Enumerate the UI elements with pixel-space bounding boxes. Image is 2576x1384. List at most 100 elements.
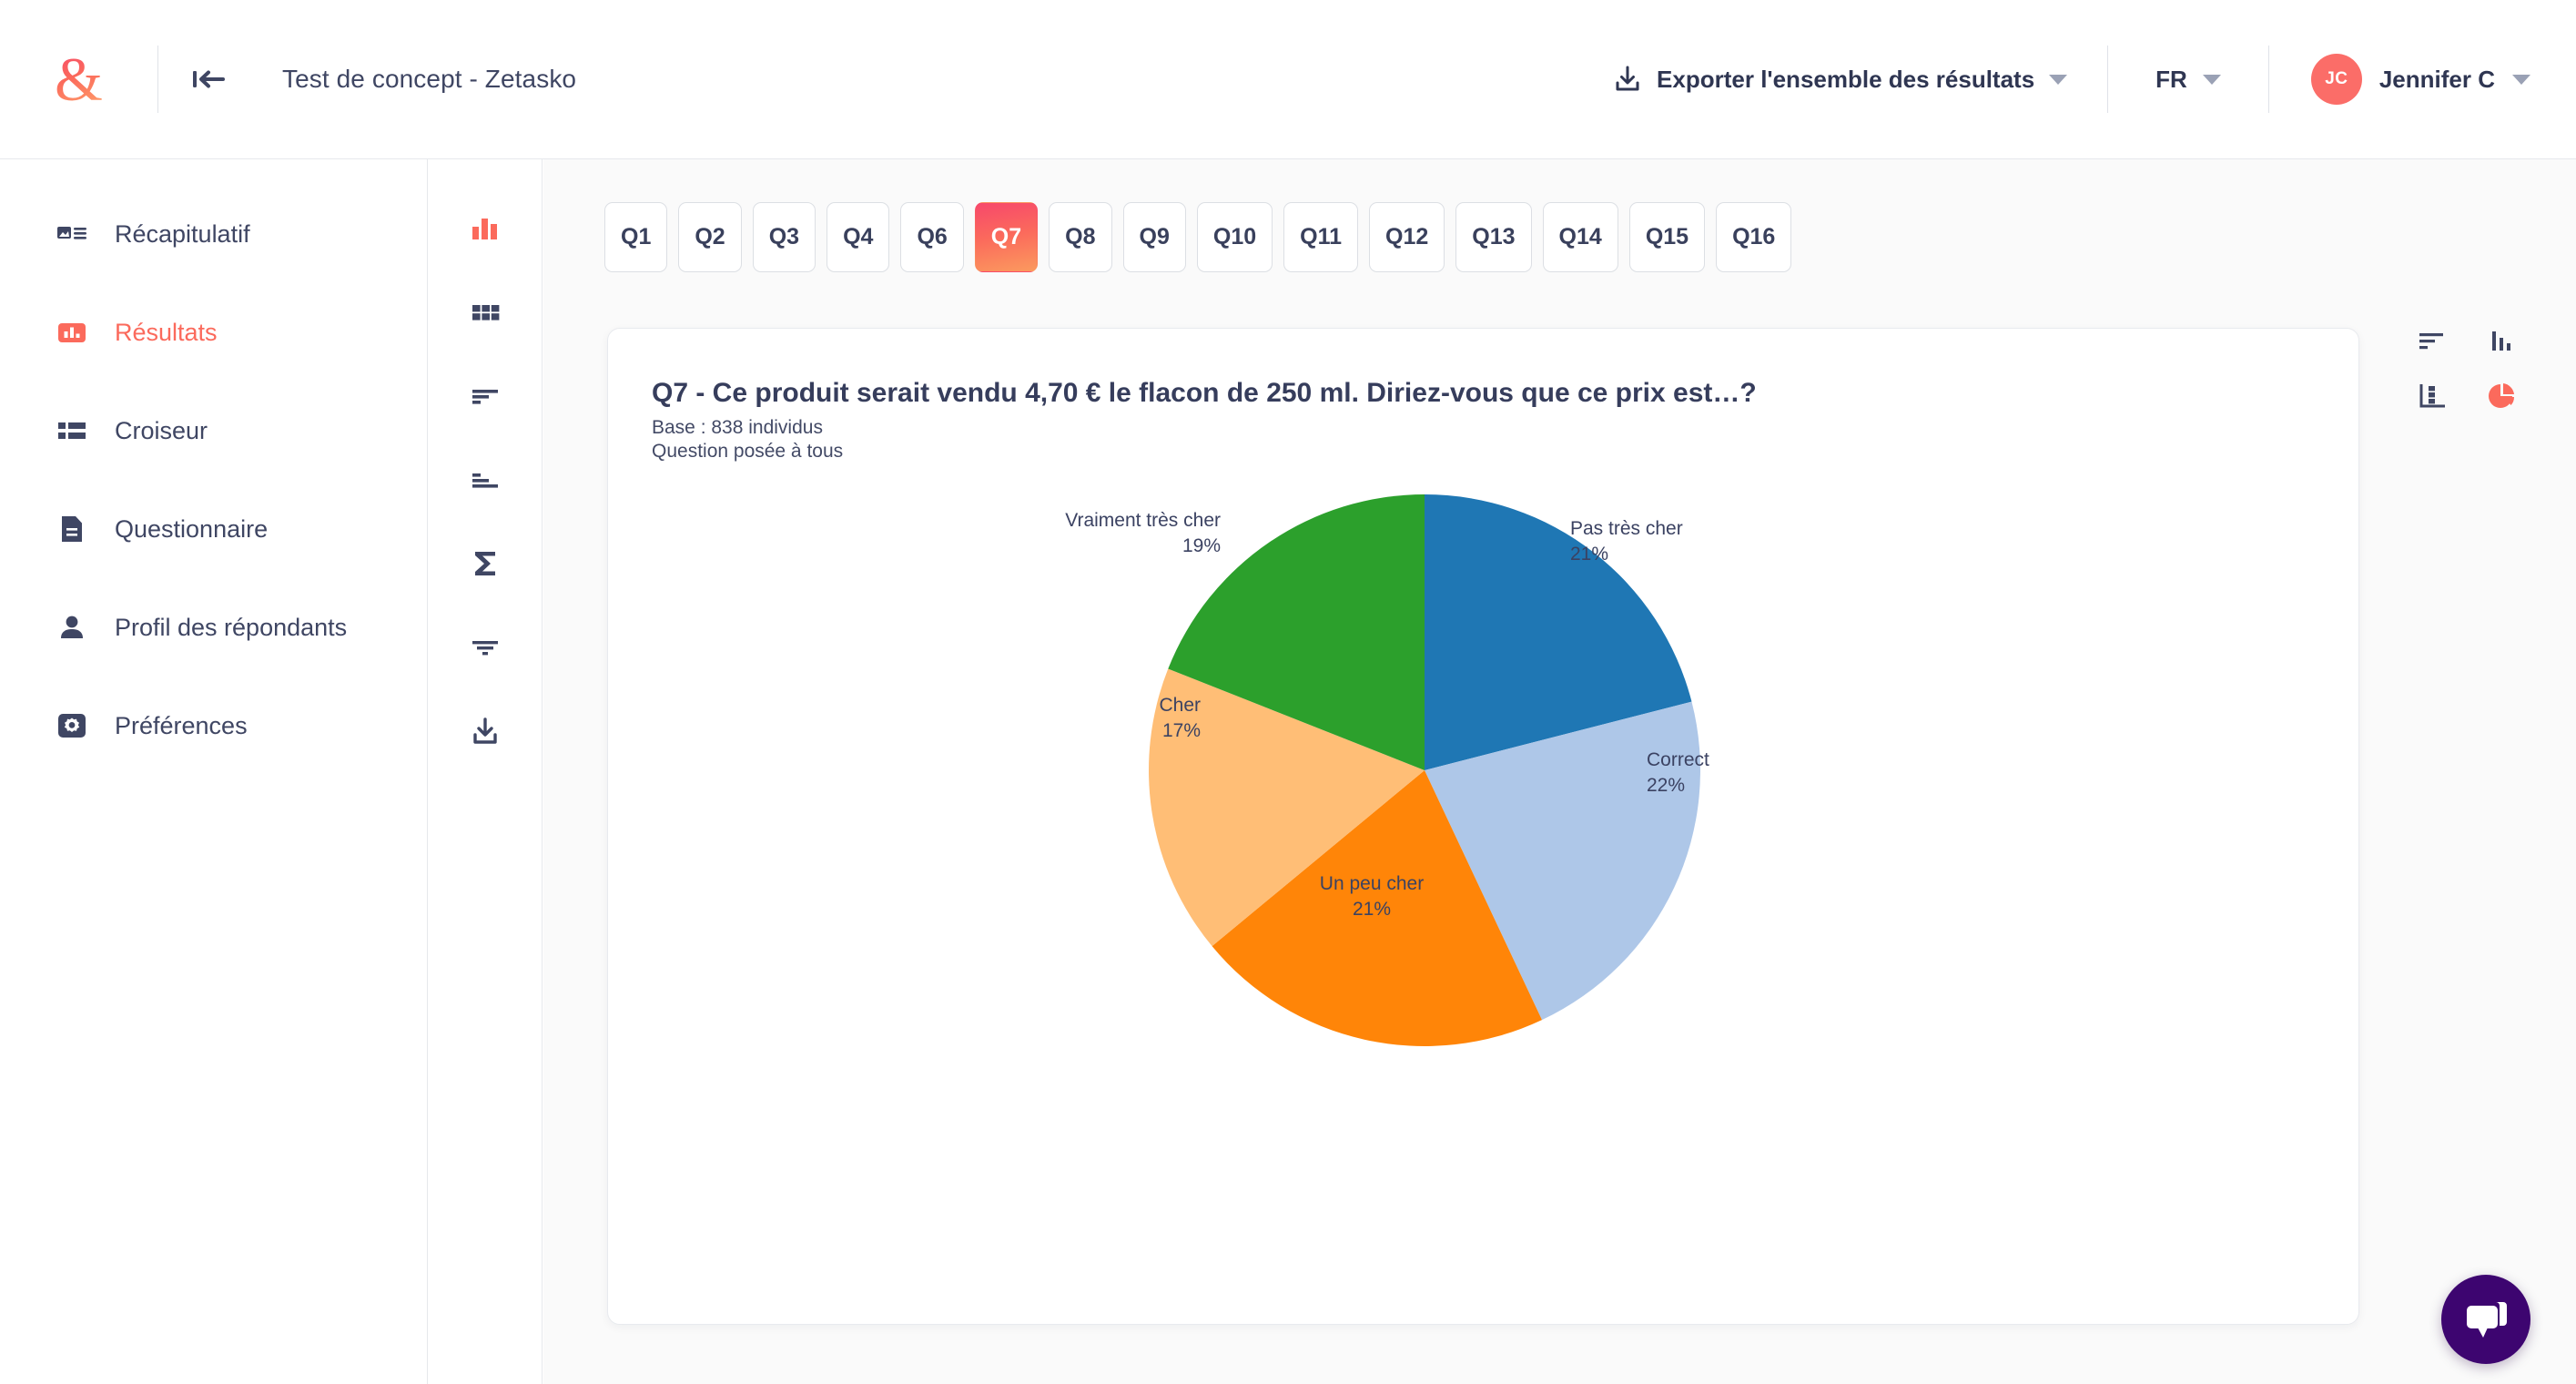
app-logo[interactable]: &: [0, 0, 157, 159]
language-selector[interactable]: FR: [2108, 0, 2268, 159]
chat-bubbles-icon: [2467, 1302, 2507, 1338]
tab-q9[interactable]: Q9: [1122, 202, 1186, 272]
avatar: JC: [2310, 54, 2362, 105]
tab-q1[interactable]: Q1: [604, 202, 668, 272]
chart-type-vertical-bar[interactable]: [2486, 326, 2517, 357]
tab-q3[interactable]: Q3: [752, 202, 816, 272]
sidebar-item-recapitulatif[interactable]: Récapitulatif: [0, 185, 427, 283]
chevron-down-icon: [2512, 74, 2530, 85]
export-all-results-label: Exporter l'ensemble des résultats: [1657, 65, 2035, 93]
pie-label-correct: Correct 22%: [1647, 748, 1709, 798]
tab-q8[interactable]: Q8: [1049, 202, 1112, 272]
bar-chart-icon: [472, 219, 497, 239]
chart-type-toggles: [2417, 326, 2517, 412]
tab-q12[interactable]: Q12: [1369, 202, 1445, 272]
grid-icon: [472, 305, 500, 321]
tab-q4[interactable]: Q4: [827, 202, 890, 272]
tab-q7[interactable]: Q7: [974, 202, 1039, 272]
pie-label-value: 22%: [1647, 774, 1686, 796]
pie-label-cher: Cher 17%: [1159, 693, 1201, 743]
rail-item-bar-chart[interactable]: [461, 209, 509, 248]
chart-type-pie[interactable]: [2486, 381, 2517, 412]
ampersand-logo-icon: &: [55, 45, 103, 114]
sidebar-item-label: Récapitulatif: [115, 219, 250, 248]
sigma-icon: [475, 552, 495, 575]
collapse-sidebar-icon: [193, 70, 225, 88]
sidebar-item-questionnaire[interactable]: Questionnaire: [0, 480, 427, 578]
rail-item-grid[interactable]: [461, 293, 509, 331]
question-result-card: Q7 - Ce produit serait vendu 4,70 € le f…: [607, 328, 2359, 1325]
sidebar: Récapitulatif Résultats Croiseur Questio…: [0, 159, 428, 1384]
sidebar-item-label: Croiseur: [115, 416, 208, 444]
pie-label-name: Pas très cher: [1570, 518, 1683, 539]
rail-item-sort-ascending[interactable]: [461, 461, 509, 499]
sidebar-item-croiseur[interactable]: Croiseur: [0, 382, 427, 480]
tab-q15[interactable]: Q15: [1628, 202, 1706, 272]
filter-icon: [472, 641, 498, 656]
question-scope-line: Question posée à tous: [652, 441, 844, 462]
document-icon: [62, 516, 82, 542]
tab-q10[interactable]: Q10: [1196, 202, 1273, 272]
sidebar-item-profil-des-repondants[interactable]: Profil des répondants: [0, 578, 427, 677]
pie-label-pas-tres-cher: Pas très cher 21%: [1570, 516, 1683, 566]
pie-label-value: 21%: [1352, 898, 1392, 920]
sidebar-item-preferences[interactable]: Préférences: [0, 677, 427, 775]
person-icon: [61, 616, 83, 638]
sort-ascending-icon: [472, 473, 498, 488]
bar-chart-icon: [58, 323, 86, 342]
sidebar-item-label: Préférences: [115, 711, 248, 739]
results-view-rail: [429, 159, 543, 1384]
chart-type-horizontal-bar[interactable]: [2417, 326, 2448, 357]
chart-type-column-axis[interactable]: [2417, 381, 2448, 412]
pie-label-name: Vraiment très cher: [1065, 510, 1221, 531]
rail-item-sort-descending[interactable]: [461, 377, 509, 415]
top-header: & Test de concept - Zetasko Exporter l'e…: [0, 0, 2576, 159]
pie-label-name: Cher: [1159, 695, 1201, 716]
download-icon: [1616, 66, 1639, 91]
pie-label-value: 21%: [1570, 543, 1609, 565]
tab-q16[interactable]: Q16: [1716, 202, 1792, 272]
summary-icon: [57, 227, 86, 239]
tab-q6[interactable]: Q6: [900, 202, 964, 272]
horizontal-bar-chart-icon: [2419, 333, 2443, 350]
rail-item-sum[interactable]: [461, 544, 509, 583]
question-title: Q7 - Ce produit serait vendu 4,70 € le f…: [652, 378, 1757, 408]
gear-icon: [58, 714, 86, 738]
sidebar-item-label: Questionnaire: [115, 514, 269, 543]
collapse-sidebar-button[interactable]: [158, 0, 259, 159]
language-label: FR: [2155, 65, 2187, 93]
rail-item-filter[interactable]: [461, 628, 509, 667]
sidebar-item-label: Résultats: [115, 318, 218, 346]
tab-q14[interactable]: Q14: [1542, 202, 1618, 272]
tab-q13[interactable]: Q13: [1455, 202, 1532, 272]
vertical-bar-chart-icon: [2492, 331, 2510, 351]
pie-label-name: Un peu cher: [1319, 873, 1425, 894]
export-all-results-button[interactable]: Exporter l'ensemble des résultats: [1573, 0, 2107, 159]
sidebar-item-label: Profil des répondants: [115, 613, 348, 641]
user-menu-button[interactable]: JC Jennifer C: [2269, 0, 2576, 159]
chat-widget-button[interactable]: [2441, 1275, 2530, 1364]
user-name-label: Jennifer C: [2378, 65, 2495, 93]
chevron-down-icon: [2049, 74, 2068, 85]
pie-chart-icon: [2489, 383, 2515, 408]
pie-label-value: 17%: [1161, 719, 1201, 741]
pie-label-value: 19%: [1182, 534, 1221, 556]
pie-label-name: Correct: [1647, 749, 1709, 770]
pie-chart-svg: [1149, 494, 1700, 1046]
pie-label-vraiment-tres-cher: Vraiment très cher 19%: [1065, 508, 1221, 558]
column-chart-axis-icon: [2419, 384, 2445, 408]
sort-descending-icon: [472, 390, 498, 404]
question-tabs: Q1 Q2 Q3 Q4 Q6 Q7 Q8 Q9 Q10 Q11 Q12 Q13 …: [543, 159, 2576, 272]
pie-label-un-peu-cher: Un peu cher 21%: [1320, 871, 1424, 921]
project-title: Test de concept - Zetasko: [282, 65, 577, 93]
tab-q2[interactable]: Q2: [678, 202, 742, 272]
tab-q11[interactable]: Q11: [1283, 202, 1359, 272]
chevron-down-icon: [2202, 74, 2221, 85]
crosstab-icon: [58, 422, 86, 439]
pie-slice-group: [1149, 494, 1700, 1046]
download-icon: [473, 717, 497, 744]
sidebar-item-resultats[interactable]: Résultats: [0, 283, 427, 382]
question-base-line: Base : 838 individus: [652, 417, 823, 438]
pie-chart: Vraiment très cher 19% Pas très cher 21%…: [608, 465, 2273, 1285]
rail-item-download[interactable]: [461, 712, 509, 750]
